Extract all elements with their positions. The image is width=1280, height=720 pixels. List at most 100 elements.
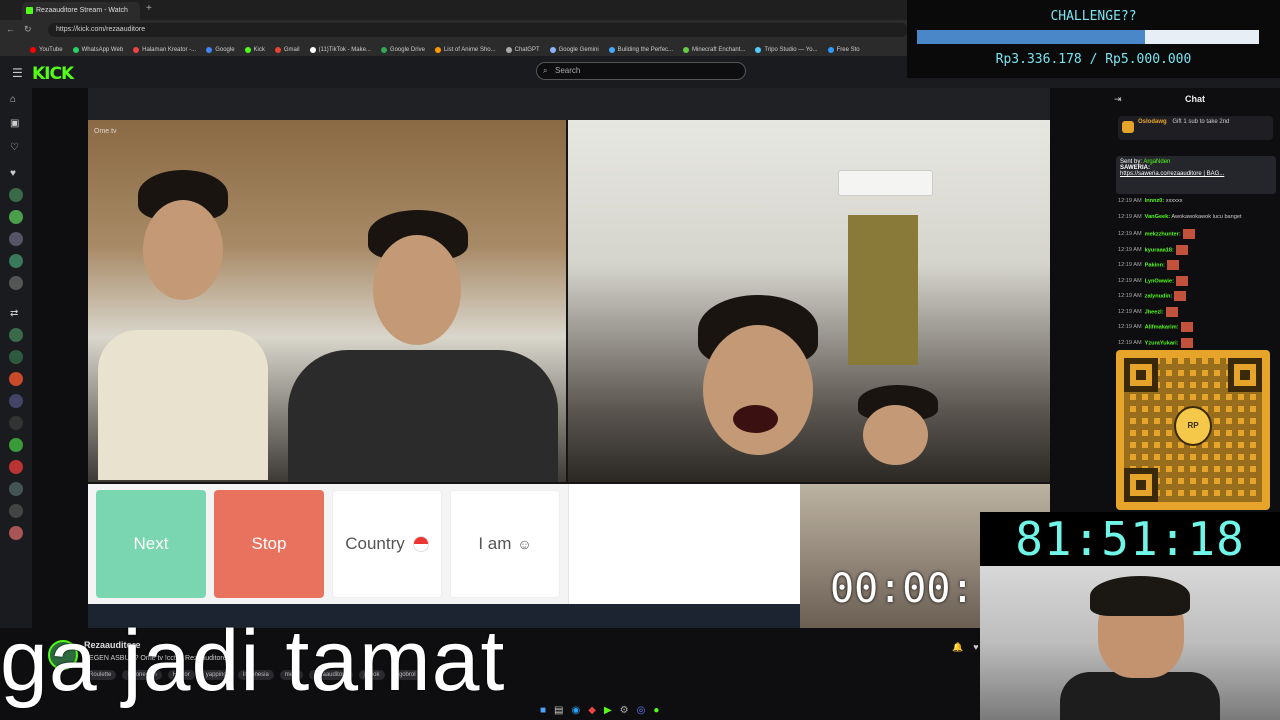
bookmark-item[interactable]: Minecraft Enchant...: [683, 44, 745, 56]
recommended-channel-avatar[interactable]: [9, 526, 23, 540]
followed-channel-avatar[interactable]: [9, 276, 23, 290]
chat-text: Awokawokawok lucu banget: [1170, 213, 1242, 220]
obs-icon[interactable]: ●: [653, 705, 659, 716]
chat-message[interactable]: 12:19 AM Pakinn:: [1118, 260, 1179, 270]
country-button[interactable]: Country: [332, 490, 442, 598]
pinned-gift-message[interactable]: Oslodawg Gift 1 sub to take 2nd: [1118, 116, 1273, 140]
windows-start-icon[interactable]: ■: [540, 705, 546, 716]
followed-channel-avatar[interactable]: [9, 188, 23, 202]
next-button[interactable]: Next: [96, 490, 206, 598]
bookmark-label: Kick: [253, 47, 265, 53]
search-input[interactable]: ⌕ Search: [536, 62, 746, 80]
chat-username[interactable]: VanGeek:: [1145, 214, 1171, 220]
home-icon[interactable]: ⌂: [10, 94, 22, 106]
bookmark-item[interactable]: Google Drive: [380, 44, 425, 56]
ometv-chat-pane[interactable]: [568, 484, 800, 604]
recommended-channel-avatar[interactable]: [9, 394, 23, 408]
chat-message[interactable]: 12:19 AM LynOwwie:: [1118, 275, 1188, 286]
chat-username[interactable]: Alifmakarim:: [1145, 324, 1179, 330]
bookmark-favicon-icon: [309, 47, 316, 53]
file-explorer-icon[interactable]: ▤: [554, 705, 563, 716]
chat-username[interactable]: LynOwwie:: [1145, 278, 1174, 284]
chat-username[interactable]: Jheezl:: [1145, 309, 1164, 315]
pinned-user: Oslodawg: [1138, 119, 1167, 125]
new-tab-icon[interactable]: +: [146, 3, 152, 14]
follow-heart-icon[interactable]: ♥: [973, 642, 978, 653]
chat-message[interactable]: 12:19 AM mekzzhunter:: [1118, 229, 1195, 239]
saweria-pinned-message[interactable]: Sent by: ArgaNden SAWERIA: https://sawer…: [1116, 156, 1276, 194]
chat-username[interactable]: Innnz0:: [1145, 198, 1165, 204]
chat-username[interactable]: Pakinn:: [1145, 262, 1165, 268]
pinned-text: Gift 1 sub to take 2nd: [1172, 119, 1230, 125]
chat-username[interactable]: zalynudin:: [1145, 293, 1173, 299]
chat-message[interactable]: 12:19 AM YzuraYukari:: [1118, 337, 1193, 348]
saweria-mascot-icon: RP: [1174, 406, 1212, 446]
recommended-channel-avatar[interactable]: [9, 372, 23, 386]
bookmark-item[interactable]: Free Sto: [827, 44, 860, 56]
kick-app-icon[interactable]: ▶: [604, 705, 612, 716]
person-mouth: [733, 405, 778, 433]
chat-message[interactable]: 12:19 AM zalynudin:: [1118, 291, 1187, 301]
bookmark-item[interactable]: Building the Perfec...: [608, 44, 673, 56]
followed-channel-avatar[interactable]: [9, 232, 23, 246]
bookmark-item[interactable]: List of Anime Sho...: [434, 44, 496, 56]
chat-message[interactable]: 12:19 AM kyuraaa18:: [1118, 244, 1188, 255]
reload-icon[interactable]: ↻: [24, 24, 32, 35]
bookmark-item[interactable]: Google Gemini: [549, 44, 599, 56]
bookmark-favicon-icon: [683, 47, 690, 53]
person-face: [703, 325, 813, 455]
settings-icon[interactable]: ⚙: [620, 705, 629, 716]
recommended-channel-avatar[interactable]: [9, 328, 23, 342]
followed-channel-avatar[interactable]: [9, 254, 23, 268]
url-field[interactable]: https://kick.com/rezaauditore: [48, 23, 908, 37]
chat-username[interactable]: YzuraYukari:: [1145, 340, 1179, 346]
chat-username[interactable]: mekzzhunter:: [1145, 231, 1181, 237]
iam-button[interactable]: I am ☺: [450, 490, 560, 598]
recommended-channel-avatar[interactable]: [9, 482, 23, 496]
chat-timestamp: 12:19 AM: [1118, 293, 1142, 300]
edge-icon[interactable]: ◉: [572, 705, 581, 716]
back-icon[interactable]: ←: [6, 24, 15, 34]
notification-bell-icon[interactable]: 🔔: [952, 642, 963, 653]
recommended-channel-avatar[interactable]: [9, 460, 23, 474]
stop-button[interactable]: Stop: [214, 490, 324, 598]
bookmark-label: List of Anime Sho...: [443, 47, 496, 53]
saweria-link[interactable]: https://saweria.co/rezaauditore | BAG...: [1120, 171, 1272, 177]
next-label: Next: [133, 534, 169, 553]
chat-username[interactable]: kyuraaa18:: [1145, 247, 1174, 253]
browse-icon[interactable]: ▣: [10, 118, 22, 130]
bookmark-item[interactable]: Halaman Kreator -...: [133, 44, 196, 56]
saweria-qr-code: RP: [1116, 350, 1270, 510]
chat-message[interactable]: 12:19 AM VanGeek: Awokawokawok lucu bange…: [1118, 214, 1242, 220]
recommended-channel-avatar[interactable]: [9, 350, 23, 364]
chat-timestamp: 12:19 AM: [1118, 246, 1142, 253]
favorites-icon[interactable]: ♥: [10, 168, 22, 180]
bookmark-label: Free Sto: [836, 47, 860, 53]
bookmark-item[interactable]: Kick: [244, 44, 265, 56]
recommended-channel-avatar[interactable]: [9, 438, 23, 452]
discord-icon[interactable]: ◎: [637, 705, 646, 716]
browser-tab[interactable]: Rezaauditore Stream - Watch: [22, 2, 140, 20]
stream-video[interactable]: Ome.tv Next Stop Country I am ☺ 00:00:: [88, 88, 1050, 628]
recommended-icon[interactable]: ⇄: [10, 308, 22, 320]
following-icon[interactable]: ♡: [10, 142, 22, 154]
bookmark-item[interactable]: Google: [206, 44, 235, 56]
recommended-channel-avatar[interactable]: [9, 504, 23, 518]
kick-logo[interactable]: KICK: [32, 64, 74, 84]
chat-message[interactable]: 12:19 AM Jheezl:: [1118, 306, 1178, 317]
chat-message[interactable]: 12:19 AM Alifmakarim:: [1118, 322, 1193, 332]
bookmark-item[interactable]: ChatGPT: [505, 44, 540, 56]
person-face: [863, 405, 928, 465]
bookmark-item[interactable]: WhatsApp Web: [72, 44, 123, 56]
followed-channel-avatar[interactable]: [9, 210, 23, 224]
bookmark-item[interactable]: (11)TikTok - Make...: [309, 44, 371, 56]
bookmark-item[interactable]: Gmail: [274, 44, 300, 56]
bookmark-favicon-icon: [133, 47, 140, 53]
challenge-progress-fill: [917, 30, 1146, 44]
brave-icon[interactable]: ◆: [588, 705, 596, 716]
recommended-channel-avatar[interactable]: [9, 416, 23, 430]
bookmark-item[interactable]: Tripo Studio — Yo...: [755, 44, 818, 56]
bookmark-item[interactable]: YouTube: [30, 44, 63, 56]
chat-message[interactable]: 12:19 AM Innnz0: xxxxxx: [1118, 198, 1183, 204]
menu-icon[interactable]: ☰: [12, 66, 23, 80]
